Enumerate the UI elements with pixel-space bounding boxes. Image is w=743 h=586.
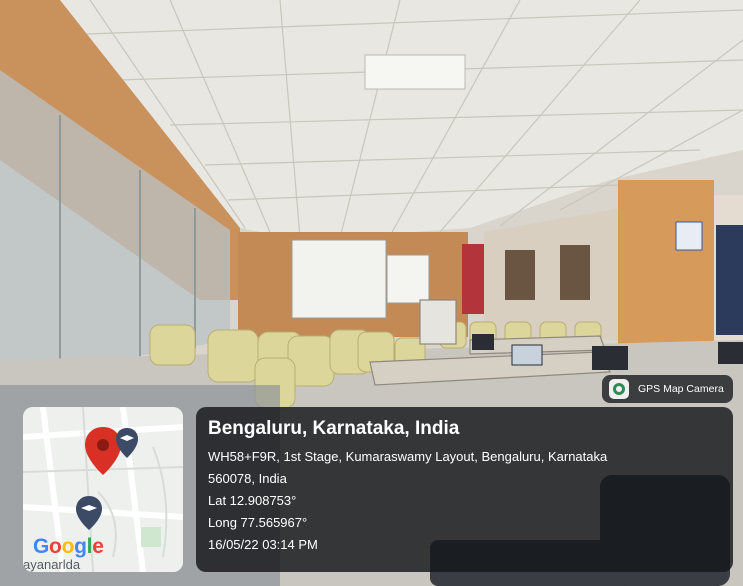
- timestamp: 16/05/22 03:14 PM: [208, 537, 318, 552]
- map-thumbnail[interactable]: Google ayanarlda: [23, 407, 183, 572]
- location-title: Bengaluru, Karnataka, India: [208, 418, 460, 439]
- location-info: Bengaluru, Karnataka, India WH58+F9R, 1s…: [208, 418, 607, 556]
- google-logo-letter: o: [61, 535, 75, 558]
- google-logo-letter: e: [92, 535, 104, 558]
- google-logo: Google: [33, 535, 104, 559]
- latitude: Lat 12.908753°: [208, 493, 297, 508]
- projector-screen: [291, 239, 387, 319]
- map-area-label: ayanarlda: [23, 557, 81, 572]
- ceiling-light: [364, 54, 466, 90]
- address-line-1: WH58+F9R, 1st Stage, Kumaraswamy Layout,…: [208, 449, 608, 464]
- longitude: Long 77.565967°: [208, 515, 308, 530]
- gps-map-camera-badge: GPS Map Camera: [602, 375, 733, 403]
- red-door: [462, 244, 484, 314]
- camera-icon: [609, 379, 629, 399]
- whiteboard: [386, 254, 430, 304]
- google-logo-letter: o: [49, 535, 62, 558]
- pillar: [618, 180, 714, 350]
- google-logo-letter: g: [74, 535, 87, 558]
- address-line-2: 560078, India: [208, 471, 287, 486]
- google-logo-letter: G: [33, 535, 50, 558]
- camera-label: GPS Map Camera: [638, 383, 724, 395]
- school-pin-icon: [76, 496, 102, 530]
- school-pin-icon: [116, 428, 138, 458]
